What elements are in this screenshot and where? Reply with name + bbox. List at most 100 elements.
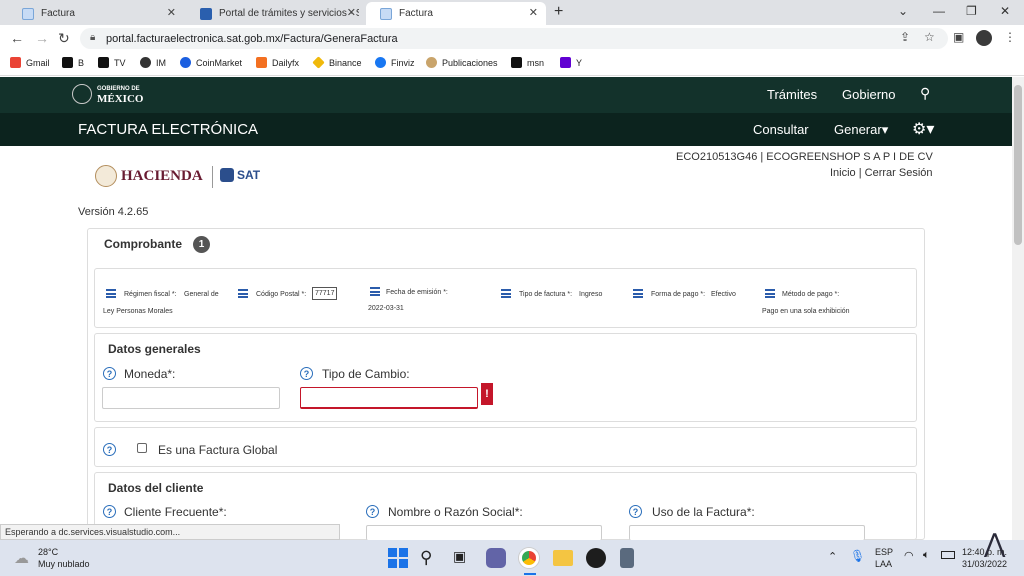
wifi-icon[interactable]: ◠ (904, 549, 914, 562)
share-icon[interactable]: ⇪ (900, 30, 910, 44)
gobierno-logo[interactable]: GOBIERNO DE MÉXICO (72, 84, 143, 105)
help-icon[interactable]: ? (300, 367, 313, 380)
list-icon[interactable] (106, 289, 116, 298)
gobierno-header: GOBIERNO DE MÉXICO Trámites Gobierno ⚲ (0, 77, 1012, 113)
maximize-icon[interactable]: ❐ (966, 4, 977, 18)
active-app-indicator (524, 573, 536, 575)
start-icon[interactable] (388, 548, 408, 568)
finviz-icon (375, 57, 386, 68)
comprobante-summary (94, 268, 917, 328)
microphone-icon[interactable]: 🎙︎ (850, 549, 865, 563)
close-icon[interactable]: ✕ (347, 6, 356, 19)
windows-taskbar: ☁ 28°C Muy nublado ⚲ ▣ ⌃ 🎙︎ ESP LAA ◠ 🔈︎… (0, 528, 1024, 576)
tradingview-icon (98, 57, 109, 68)
close-icon[interactable]: ✕ (529, 6, 538, 19)
scroll-thumb[interactable] (1014, 85, 1022, 245)
back-icon[interactable]: ← (10, 30, 24, 46)
tramites-link[interactable]: Trámites (767, 87, 817, 102)
search-icon[interactable]: ⚲ (420, 548, 440, 568)
factura-header: FACTURA ELECTRÓNICA Consultar Generar▾ ⚙… (0, 113, 1012, 146)
bookmark-publicaciones[interactable]: Publicaciones (426, 57, 498, 68)
tab-search-icon[interactable]: ⌄ (898, 4, 908, 18)
list-icon[interactable] (765, 289, 775, 298)
bookmark-star-icon[interactable]: ☆ (924, 30, 935, 44)
nombre-razon-input[interactable] (366, 525, 602, 540)
help-icon[interactable]: ? (366, 505, 379, 518)
tray-chevron-icon[interactable]: ⌃ (828, 550, 837, 563)
minimize-icon[interactable]: — (933, 4, 945, 18)
publicaciones-icon (426, 57, 437, 68)
browser-tab-3[interactable]: Factura ✕ (366, 2, 546, 25)
moneda-select[interactable] (102, 387, 280, 409)
bookmark-tv[interactable]: TV (98, 57, 126, 68)
lock-icon: 🔒︎ (90, 32, 96, 43)
weather-icon[interactable]: ☁ (14, 549, 29, 567)
search-icon[interactable]: ⚲ (920, 85, 930, 102)
portal-grid-icon (200, 7, 212, 20)
bookmark-gmail[interactable]: Gmail (10, 57, 50, 68)
document-icon (22, 7, 34, 20)
tab-title: Factura (399, 8, 433, 19)
app-title[interactable]: FACTURA ELECTRÓNICA (78, 121, 258, 138)
session-links: Inicio | Cerrar Sesión (830, 167, 933, 179)
cliente-frecuente-label: Cliente Frecuente*: (124, 505, 227, 519)
chrome-icon[interactable] (519, 548, 539, 568)
list-icon[interactable] (633, 289, 643, 298)
regimen-label: Régimen fiscal *: (124, 291, 177, 298)
yahoo-icon (560, 57, 571, 68)
calculator-icon[interactable] (620, 548, 634, 568)
menu-icon[interactable]: ⋮ (1004, 30, 1016, 44)
tipo-cambio-input[interactable] (300, 387, 478, 409)
gobierno-link[interactable]: Gobierno (842, 87, 895, 102)
consultar-menu[interactable]: Consultar (753, 122, 809, 137)
help-icon[interactable]: ? (103, 443, 116, 456)
list-icon[interactable] (501, 289, 511, 298)
lang-line1[interactable]: ESP (875, 547, 893, 557)
list-icon[interactable] (238, 289, 248, 298)
window-close-icon[interactable]: ✕ (1000, 4, 1010, 18)
lang-line2[interactable]: LAA (875, 559, 892, 569)
rfc-line: ECO210513G46 | ECOGREENSHOP S A P I DE C… (676, 151, 933, 163)
metodo-pago-value: Pago en una sola exhibición (762, 308, 850, 315)
bookmark-y[interactable]: Y (560, 57, 582, 68)
side-panel-icon[interactable]: ▣ (953, 30, 964, 44)
volume-icon[interactable]: 🔈︎ (923, 549, 930, 562)
cerrar-sesion-link[interactable]: Cerrar Sesión (865, 167, 933, 179)
generar-menu[interactable]: Generar▾ (834, 122, 888, 138)
bookmark-msn[interactable]: msn (511, 57, 544, 68)
bookmark-dailyfx[interactable]: Dailyfx (256, 57, 299, 68)
forward-icon[interactable]: → (35, 30, 49, 46)
browser-tab-2[interactable]: Portal de trámites y servicios - SA ✕ (186, 2, 364, 25)
sat-text: SAT (237, 168, 261, 182)
close-icon[interactable]: ✕ (167, 6, 176, 19)
gmail-icon (10, 57, 21, 68)
error-badge: ! (481, 383, 493, 405)
bookmark-im[interactable]: IM (140, 57, 166, 68)
file-explorer-icon[interactable] (553, 550, 573, 566)
battery-icon[interactable] (941, 551, 955, 559)
teams-chat-icon[interactable] (486, 548, 506, 568)
help-icon[interactable]: ? (629, 505, 642, 518)
inicio-link[interactable]: Inicio (830, 167, 856, 179)
list-icon[interactable] (370, 287, 380, 296)
clock-date[interactable]: 31/03/2022 (962, 559, 1007, 569)
bookmark-finviz[interactable]: Finviz (375, 57, 415, 68)
bookmark-b[interactable]: B (62, 57, 84, 68)
task-view-icon[interactable]: ▣ (453, 548, 473, 568)
profile-avatar[interactable] (976, 30, 992, 46)
gear-icon[interactable]: ⚙▾ (912, 119, 934, 139)
page-scrollbar[interactable] (1012, 77, 1024, 540)
help-icon[interactable]: ? (103, 367, 116, 380)
url-field[interactable]: 🔒︎ portal.facturaelectronica.sat.gob.mx/… (80, 28, 948, 49)
forma-pago-value: Efectivo (711, 291, 736, 298)
escudo-icon (95, 165, 117, 187)
reload-icon[interactable]: ↻ (58, 30, 70, 47)
factura-global-checkbox[interactable] (137, 443, 147, 453)
uso-factura-select[interactable] (629, 525, 865, 540)
new-tab-button[interactable]: + (554, 3, 563, 21)
help-icon[interactable]: ? (103, 505, 116, 518)
browser-tab-1[interactable]: Factura ✕ (8, 2, 184, 25)
bookmark-binance[interactable]: Binance (312, 56, 362, 69)
app-icon[interactable] (586, 548, 606, 568)
bookmark-coinmarket[interactable]: CoinMarket (180, 57, 242, 68)
